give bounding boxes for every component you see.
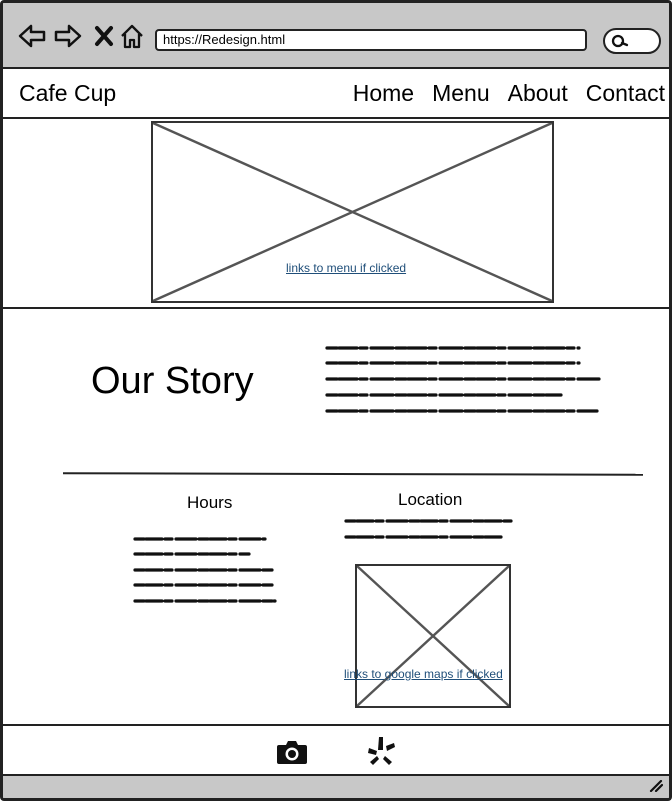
location-title: Location (398, 490, 463, 509)
camera-icon[interactable] (275, 734, 309, 768)
hero-section: links to menu if clicked (3, 119, 669, 309)
site-footer (3, 724, 669, 776)
browser-toolbar: https://Redesign.html (3, 3, 669, 69)
hours-title: Hours (187, 493, 233, 512)
forward-arrow-icon[interactable] (53, 21, 83, 51)
nav-home[interactable]: Home (353, 80, 414, 107)
image-placeholder-icon (357, 566, 509, 706)
browser-search[interactable] (603, 28, 661, 54)
site-header: Cafe Cup Home Menu About Contact (3, 69, 669, 119)
main-nav: Home Menu About Contact (353, 80, 665, 107)
google-maps-link[interactable]: links to google maps if clicked (344, 667, 503, 681)
story-text-placeholder (325, 346, 601, 413)
close-icon[interactable] (89, 21, 119, 51)
home-icon[interactable] (117, 21, 147, 51)
nav-about[interactable]: About (508, 80, 568, 107)
map-image-placeholder[interactable] (355, 564, 511, 708)
hero-menu-link[interactable]: links to menu if clicked (286, 261, 406, 275)
yelp-icon[interactable] (365, 734, 399, 768)
location-text-placeholder (344, 519, 514, 539)
address-bar[interactable]: https://Redesign.html (155, 29, 587, 51)
browser-window: https://Redesign.html Cafe Cup Home Menu… (0, 0, 672, 801)
section-divider (62, 472, 644, 476)
nav-contact[interactable]: Contact (586, 80, 665, 107)
search-icon (611, 34, 629, 48)
site-brand[interactable]: Cafe Cup (19, 80, 116, 107)
browser-status-bar (3, 776, 669, 798)
hours-text-placeholder (133, 537, 277, 603)
back-arrow-icon[interactable] (17, 21, 47, 51)
nav-menu[interactable]: Menu (432, 80, 490, 107)
story-title: Our Story (91, 360, 254, 402)
resize-handle-icon[interactable] (649, 780, 663, 792)
hero-image-placeholder[interactable]: links to menu if clicked (151, 121, 554, 303)
